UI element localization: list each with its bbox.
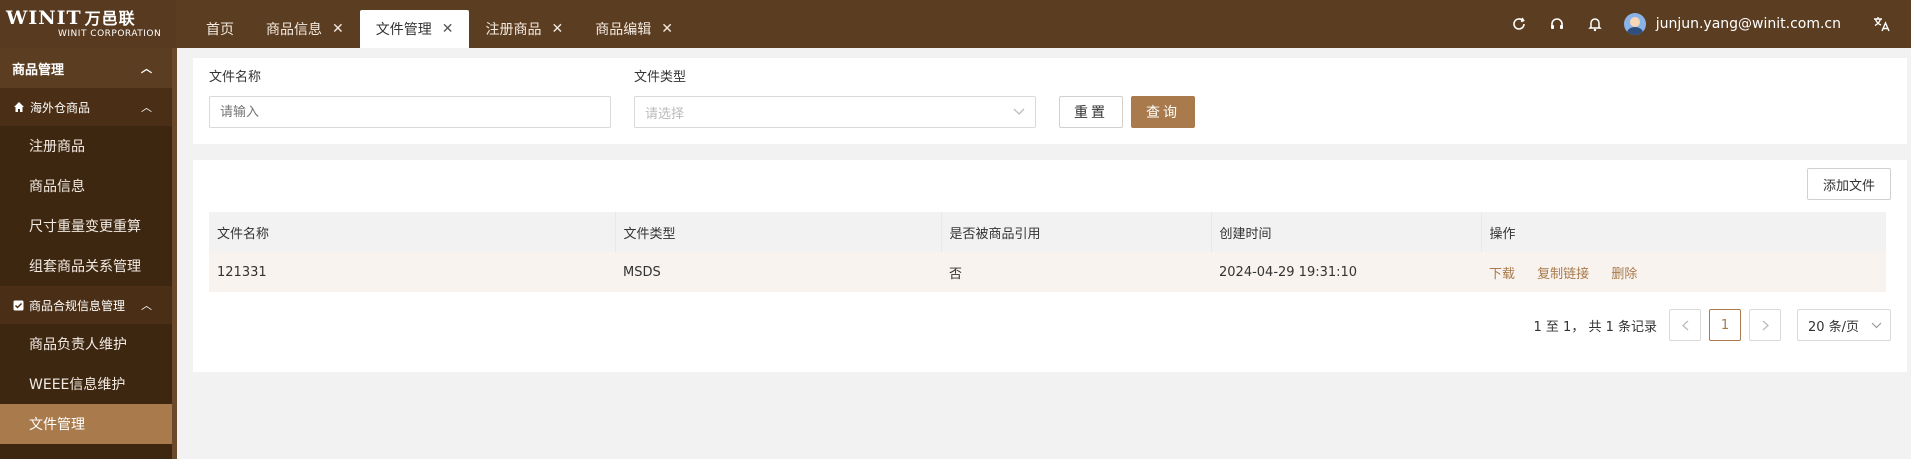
cell-file-name: 121331	[209, 252, 615, 292]
chevron-right-icon	[1762, 320, 1769, 330]
query-button[interactable]: 查询	[1131, 96, 1195, 128]
header-actions: junjun.yang@winit.com.cn	[1510, 13, 1911, 35]
chevron-up-icon: ︿	[141, 62, 152, 75]
sidebar-item-register-product[interactable]: 注册商品	[0, 126, 176, 166]
tab-label: 首页	[206, 22, 234, 38]
top-header: WINIT 万邑联 WINIT CORPORATION 首页 商品信息 ✕ 文件…	[0, 0, 1911, 48]
tab-product-edit[interactable]: 商品编辑 ✕	[579, 10, 689, 48]
tab-register-product[interactable]: 注册商品 ✕	[469, 10, 579, 48]
tab-label: 商品编辑	[595, 22, 652, 38]
checkbox-icon	[13, 300, 24, 310]
logo-text: WINIT	[6, 7, 82, 29]
pagination: 1 至 1， 共 1 条记录 1 20 条/页	[1534, 309, 1891, 341]
sidebar-item-file-management[interactable]: 文件管理	[0, 404, 176, 444]
tab-file-management[interactable]: 文件管理 ✕	[359, 10, 470, 48]
file-name-input[interactable]	[209, 96, 611, 128]
file-type-placeholder: 请选择	[645, 106, 685, 122]
chevron-up-icon: ︿	[141, 299, 152, 312]
logo-mark: WINIT 万邑联 WINIT CORPORATION	[6, 9, 161, 39]
reset-button[interactable]: 重置	[1059, 96, 1123, 128]
close-icon[interactable]: ✕	[551, 21, 563, 37]
page-size-select[interactable]: 20 条/页	[1797, 309, 1891, 341]
pagination-summary: 1 至 1， 共 1 条记录	[1533, 319, 1657, 335]
column-header-operations: 操作	[1481, 212, 1886, 252]
cell-referenced: 否	[941, 252, 1211, 292]
delete-link[interactable]: 删除	[1611, 267, 1637, 282]
sidebar-section-overseas[interactable]: 海外仓商品 ︿	[0, 88, 176, 126]
refresh-icon[interactable]	[1510, 15, 1528, 33]
sidebar-item-weee-info[interactable]: WEEE信息维护	[0, 364, 176, 404]
avatar	[1623, 13, 1646, 35]
sidebar-section-compliance[interactable]: 商品合规信息管理 ︿	[0, 286, 176, 324]
main-content: 文件名称 文件类型 请选择 重置 查询 添加文件 文件名称 文件类型 是否被商品…	[193, 58, 1907, 372]
chevron-down-icon	[1871, 322, 1882, 328]
column-header-file-name: 文件名称	[209, 212, 616, 252]
logo[interactable]: WINIT 万邑联 WINIT CORPORATION	[0, 0, 176, 48]
cell-created-time: 2024-04-29 19:31:10	[1211, 252, 1481, 292]
tab-bar: 首页 商品信息 ✕ 文件管理 ✕ 注册商品 ✕ 商品编辑 ✕	[190, 0, 689, 48]
tab-label: 文件管理	[375, 22, 432, 38]
sidebar-group-label: 商品管理	[12, 62, 65, 78]
cell-operations: 下载 复制链接 删除	[1481, 252, 1886, 292]
sidebar-item-product-owner[interactable]: 商品负责人维护	[0, 324, 176, 364]
user-email: junjun.yang@winit.com.cn	[1655, 16, 1841, 32]
tab-label: 注册商品	[485, 22, 542, 38]
sidebar: 商品管理 ︿ 海外仓商品 ︿ 注册商品 商品信息 尺寸重量变更重算 组套商品关系…	[0, 48, 176, 459]
file-table: 文件名称 文件类型 是否被商品引用 创建时间 操作 121331 MSDS 否 …	[209, 212, 1886, 292]
sidebar-group-product-management[interactable]: 商品管理 ︿	[0, 48, 176, 88]
close-icon[interactable]: ✕	[332, 21, 344, 37]
file-table-panel: 添加文件 文件名称 文件类型 是否被商品引用 创建时间 操作 121331 MS…	[193, 160, 1907, 372]
sidebar-scrollbar[interactable]	[172, 48, 177, 459]
file-name-label: 文件名称	[209, 70, 262, 85]
file-type-field: 文件类型 请选择	[634, 68, 1036, 128]
chevron-up-icon: ︿	[141, 101, 152, 114]
table-row: 121331 MSDS 否 2024-04-29 19:31:10 下载 复制链…	[209, 252, 1886, 292]
file-type-select[interactable]: 请选择	[634, 96, 1036, 128]
sidebar-item-product-info[interactable]: 商品信息	[0, 166, 176, 206]
column-header-file-type: 文件类型	[615, 212, 942, 252]
copy-link-link[interactable]: 复制链接	[1537, 267, 1589, 282]
tab-label: 商品信息	[266, 22, 322, 38]
bell-icon[interactable]	[1586, 15, 1604, 33]
logo-subtitle: WINIT CORPORATION	[58, 29, 162, 39]
translate-icon[interactable]	[1873, 15, 1891, 33]
close-icon[interactable]: ✕	[661, 21, 673, 37]
filter-panel: 文件名称 文件类型 请选择 重置 查询	[193, 58, 1907, 144]
add-file-button[interactable]: 添加文件	[1806, 168, 1891, 200]
table-header-row: 文件名称 文件类型 是否被商品引用 创建时间 操作	[209, 212, 1886, 252]
page-number-button[interactable]: 1	[1709, 309, 1741, 341]
close-icon[interactable]: ✕	[442, 21, 454, 37]
logo-cn: 万邑联	[84, 9, 136, 28]
chevron-left-icon	[1681, 320, 1688, 330]
prev-page-button[interactable]	[1669, 309, 1701, 341]
sidebar-item-size-weight-recalc[interactable]: 尺寸重量变更重算	[0, 206, 176, 246]
sidebar-section-label: 海外仓商品	[30, 100, 91, 115]
file-name-field: 文件名称	[209, 68, 611, 128]
column-header-created-time: 创建时间	[1211, 212, 1482, 252]
download-link[interactable]: 下载	[1489, 267, 1515, 282]
page-size-value: 20 条/页	[1808, 319, 1860, 335]
home-icon	[14, 102, 24, 112]
sidebar-item-bundle-relations[interactable]: 组套商品关系管理	[0, 246, 176, 286]
tab-home[interactable]: 首页	[190, 10, 250, 48]
file-type-label: 文件类型	[634, 70, 687, 85]
headset-icon[interactable]	[1548, 15, 1566, 33]
cell-file-type: MSDS	[615, 252, 941, 292]
column-header-referenced: 是否被商品引用	[941, 212, 1212, 252]
tab-product-info[interactable]: 商品信息 ✕	[250, 10, 360, 48]
chevron-down-icon	[1013, 108, 1025, 115]
next-page-button[interactable]	[1749, 309, 1781, 341]
user-menu[interactable]: junjun.yang@winit.com.cn	[1623, 13, 1841, 35]
sidebar-section-label: 商品合规信息管理	[29, 298, 126, 313]
